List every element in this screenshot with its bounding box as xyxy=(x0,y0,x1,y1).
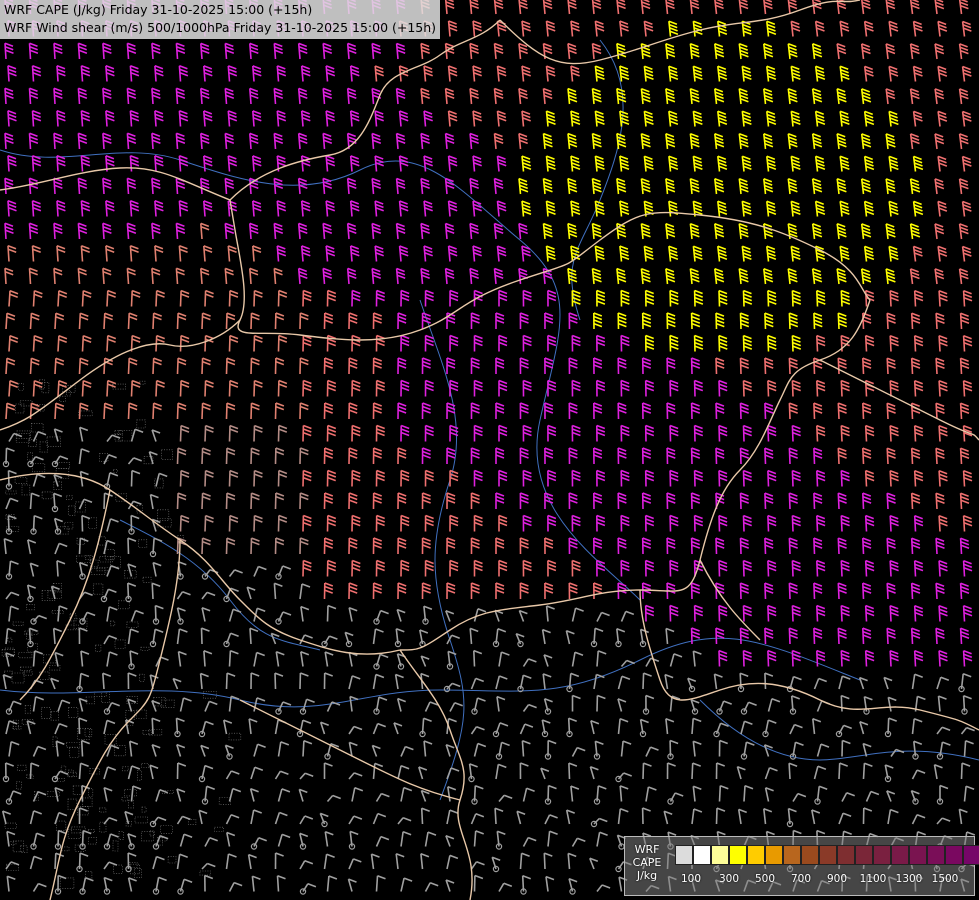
legend-tick-label: 1100 xyxy=(859,873,887,885)
wind-shear-map xyxy=(0,0,979,900)
legend-swatch xyxy=(855,845,873,865)
legend-tick-label: 1300 xyxy=(895,873,923,885)
legend-swatch xyxy=(891,845,909,865)
legend-field: CAPE xyxy=(632,856,662,869)
map-title: WRF CAPE (J/kg) Friday 31-10-2025 15:00 … xyxy=(0,0,441,39)
title-line-cape: WRF CAPE (J/kg) Friday 31-10-2025 15:00 … xyxy=(4,2,313,17)
title-line-shear: WRF Wind shear (m/s) 500/1000hPa Friday … xyxy=(4,20,437,35)
legend-swatch xyxy=(837,845,855,865)
legend-model: WRF xyxy=(634,843,660,856)
legend-tick-label: 500 xyxy=(754,873,776,885)
legend-swatch xyxy=(675,845,693,865)
legend-unit: J/kg xyxy=(636,869,658,882)
legend-swatch xyxy=(801,845,819,865)
cape-legend: WRF CAPE J/kg 100 300 500 700 900 1100 1300 150… xyxy=(624,836,979,896)
legend-swatch xyxy=(783,845,801,865)
legend-tick-label: 100 xyxy=(680,873,702,885)
legend-swatch xyxy=(909,845,927,865)
legend-swatch xyxy=(873,845,891,865)
legend-tick-label: 900 xyxy=(826,873,848,885)
legend-swatch xyxy=(765,845,783,865)
legend-color-scale xyxy=(675,845,979,865)
legend-swatch xyxy=(963,845,979,865)
map-background xyxy=(0,0,979,900)
legend-swatch xyxy=(945,845,963,865)
legend-swatch xyxy=(729,845,747,865)
legend-tick-label: 300 xyxy=(718,873,740,885)
legend-swatch xyxy=(747,845,765,865)
legend-swatch xyxy=(693,845,711,865)
legend-swatch xyxy=(711,845,729,865)
legend-ticks: 100 300 500 700 900 1100 1300 1500 xyxy=(675,873,965,887)
legend-tick-label: 1500 xyxy=(931,873,959,885)
legend-swatch xyxy=(927,845,945,865)
legend-swatch xyxy=(819,845,837,865)
legend-tick-label: 700 xyxy=(790,873,812,885)
legend-labels: WRF CAPE J/kg xyxy=(629,843,665,882)
